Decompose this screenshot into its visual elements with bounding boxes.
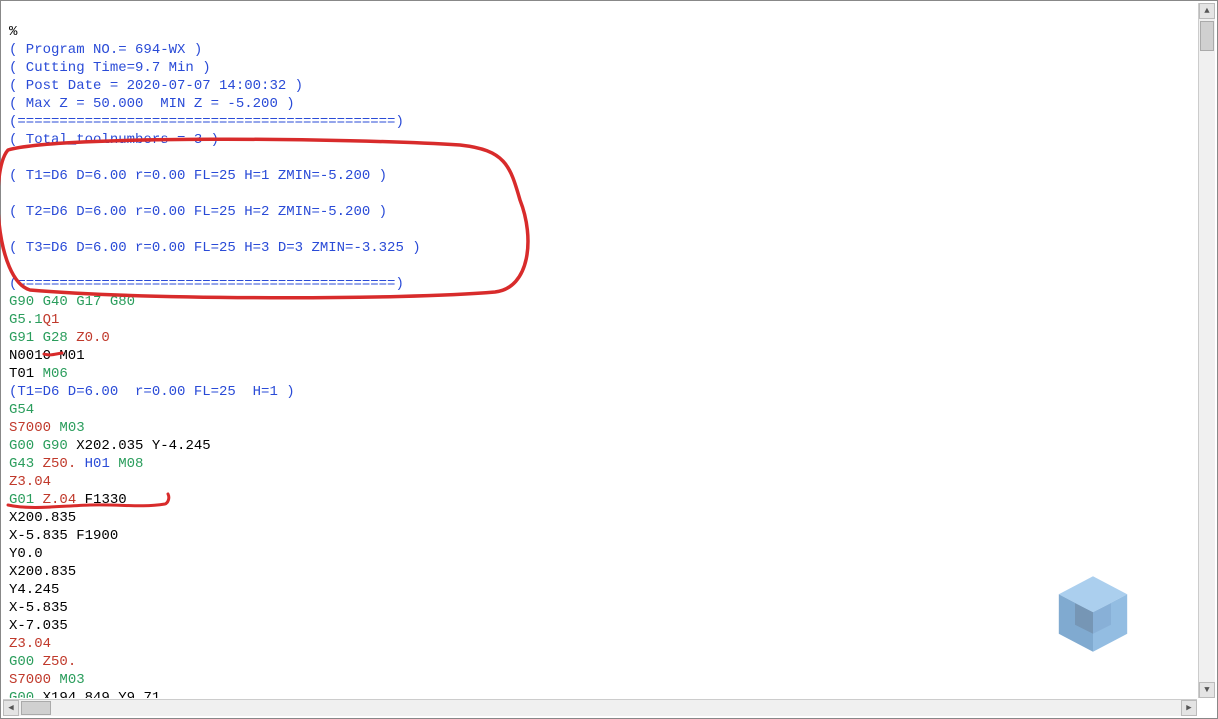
chevron-down-icon: ▼ [1204,686,1209,695]
g00: G00 [9,438,34,454]
x-5-835b: X-5.835 [9,600,68,616]
g91: G91 [9,330,34,346]
g28: G28 [34,330,68,346]
g5-1: G5.1 [9,312,43,328]
comment-post-date: ( Post Date = 2020-07-07 14:00:32 ) [9,78,303,94]
g43: G43 [9,456,34,472]
x-7-035: X-7.035 [9,618,68,634]
code-editor-viewport[interactable]: % ( Program NO.= 694-WX ) ( Cutting Time… [3,3,1197,698]
chevron-right-icon: ▶ [1186,704,1191,713]
comment-tool-2: ( T2=D6 D=6.00 r=0.00 FL=25 H=2 ZMIN=-5.… [9,204,387,220]
vertical-scroll-thumb[interactable] [1200,21,1214,51]
s7000: S7000 [9,420,51,436]
scroll-right-button[interactable]: ▶ [1181,700,1197,716]
g00b: G00 [9,654,34,670]
n0010-m01: N0010 M01 [9,348,85,364]
comment-t1-inline: (T1=D6 D=6.00 r=0.00 FL=25 H=1 ) [9,384,295,400]
q1: Q1 [43,312,60,328]
gcode-listing: % ( Program NO.= 694-WX ) ( Cutting Time… [3,3,1197,698]
g01: G01 [9,492,34,508]
h01: H01 [76,456,110,472]
z50: Z50. [34,456,76,472]
x202: X202.035 [68,438,144,454]
x200-835: X200.835 [9,510,76,526]
scroll-left-button[interactable]: ◀ [3,700,19,716]
comment-total-tools: ( Total_toolnumbers = 3 ) [9,132,219,148]
f1330: F1330 [76,492,126,508]
scroll-up-button[interactable]: ▲ [1199,3,1215,19]
horizontal-scrollbar[interactable]: ◀ ▶ [3,699,1197,716]
y0: Y0.0 [9,546,43,562]
scroll-down-button[interactable]: ▼ [1199,682,1215,698]
y9-71: Y9.71 [110,690,160,698]
z3-04: Z3.04 [9,474,51,490]
y-4: Y-4.245 [143,438,210,454]
s7000b: S7000 [9,672,51,688]
comment-separator-2: (=======================================… [9,276,404,292]
g17: G17 [68,294,102,310]
x200-835b: X200.835 [9,564,76,580]
chevron-up-icon: ▲ [1204,7,1209,16]
code-editor-frame: % ( Program NO.= 694-WX ) ( Cutting Time… [0,0,1218,719]
comment-cutting-time: ( Cutting Time=9.7 Min ) [9,60,211,76]
g90-2: G90 [34,438,68,454]
x194: X194.849 [34,690,110,698]
x-5-835: X-5.835 [9,528,68,544]
m08: M08 [110,456,144,472]
percent-sign: % [9,24,17,40]
horizontal-scroll-thumb[interactable] [21,701,51,715]
comment-separator: (=======================================… [9,114,404,130]
chevron-left-icon: ◀ [8,704,13,713]
comment-max-z: ( Max Z = 50.000 MIN Z = -5.200 ) [9,96,295,112]
z-04: Z.04 [34,492,76,508]
vertical-scrollbar[interactable]: ▲ ▼ [1198,3,1215,698]
f1900: F1900 [68,528,118,544]
m06: M06 [34,366,68,382]
g54: G54 [9,402,34,418]
z0: Z0.0 [68,330,110,346]
m03: M03 [51,420,85,436]
z3-04b: Z3.04 [9,636,51,652]
g90: G90 [9,294,34,310]
comment-tool-3: ( T3=D6 D=6.00 r=0.00 FL=25 H=3 D=3 ZMIN… [9,240,421,256]
z50b: Z50. [34,654,76,670]
g80: G80 [101,294,135,310]
comment-tool-1: ( T1=D6 D=6.00 r=0.00 FL=25 H=1 ZMIN=-5.… [9,168,387,184]
t01: T01 [9,366,34,382]
m03b: M03 [51,672,85,688]
g40: G40 [34,294,68,310]
g00c: G00 [9,690,34,698]
y4-245: Y4.245 [9,582,59,598]
comment-program-no: ( Program NO.= 694-WX ) [9,42,202,58]
